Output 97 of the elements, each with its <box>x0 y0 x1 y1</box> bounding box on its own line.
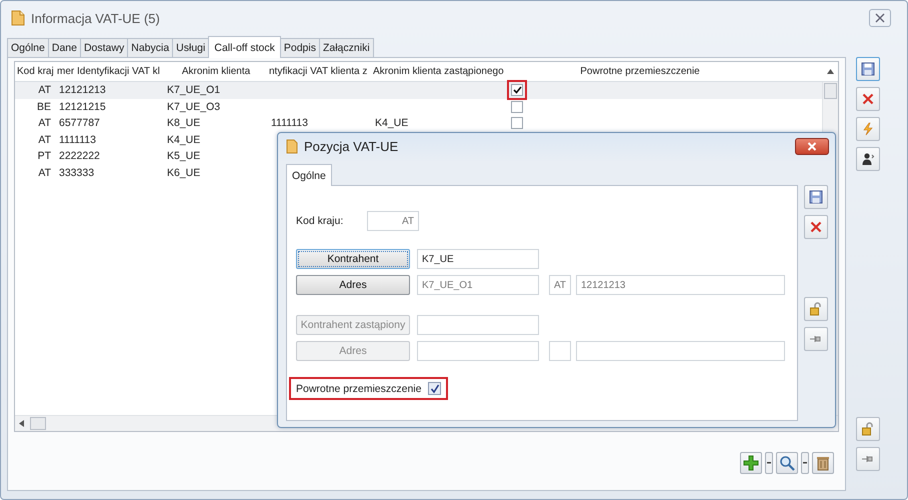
tab[interactable]: Ogólne <box>286 164 332 186</box>
close-icon <box>862 93 874 105</box>
tab[interactable]: Dane <box>48 38 81 57</box>
table-cell: K4_UE <box>375 117 408 130</box>
close-icon <box>807 142 817 150</box>
check-icon <box>512 86 522 94</box>
table-cell: 333333 <box>59 166 94 179</box>
contractor-button[interactable]: Kontrahent <box>296 249 410 269</box>
contractor-field[interactable]: K7_UE <box>417 249 539 269</box>
tab[interactable]: Usługi <box>172 38 210 57</box>
table-cell: AT <box>38 117 51 130</box>
lightning-icon <box>861 122 875 136</box>
pin-icon <box>862 454 874 464</box>
table-cell: K4_UE <box>167 134 200 146</box>
table-cell: 12121215 <box>59 100 106 113</box>
scroll-left-icon[interactable] <box>19 420 24 427</box>
plus-icon <box>743 455 759 471</box>
add-button[interactable] <box>740 452 762 474</box>
table-cell: 12121213 <box>59 84 106 96</box>
document-icon <box>286 138 298 154</box>
table-cell: 1111113 <box>59 134 96 146</box>
table-row[interactable]: BE 12121215 K7_UE_O3 <box>15 98 822 115</box>
window-title: Informacja VAT-UE (5) <box>31 10 160 26</box>
save-button[interactable] <box>856 57 880 81</box>
table-row[interactable]: AT 12121213 K7_UE_O1 <box>15 82 822 98</box>
table-cell: AT <box>38 166 51 179</box>
cancel-button[interactable] <box>856 87 880 111</box>
vat-number-field[interactable]: 12121213 <box>576 275 785 295</box>
column-header[interactable]: Kod kraj <box>15 66 55 77</box>
padlock-icon <box>861 422 875 436</box>
scroll-thumb[interactable] <box>30 417 46 430</box>
table-cell: AT <box>38 134 51 146</box>
checkbox[interactable] <box>428 382 442 395</box>
check-icon <box>430 384 440 394</box>
tab[interactable]: Nabycia <box>127 38 174 57</box>
pin-button[interactable] <box>856 447 880 471</box>
tab[interactable]: Podpis <box>280 38 320 57</box>
checkbox-label: Powrotne przemieszczenie <box>296 382 422 394</box>
table-cell: K6_UE <box>167 166 200 179</box>
table-cell: PT <box>38 150 51 162</box>
checkbox[interactable] <box>511 100 523 113</box>
table-cell: BE <box>36 100 51 113</box>
column-header[interactable]: ntyfikacji VAT klienta z <box>267 66 371 77</box>
tab[interactable]: Dostawy <box>80 38 128 57</box>
document-icon <box>11 10 25 26</box>
table-row[interactable]: AT 6577787 K8_UE 1111113 K4_UE <box>15 115 822 132</box>
replaced-contractor-field[interactable] <box>417 315 539 335</box>
save-button[interactable] <box>804 185 828 209</box>
close-icon <box>810 221 822 233</box>
search-button[interactable] <box>776 452 798 474</box>
scroll-up-icon[interactable] <box>827 69 834 74</box>
field-label: Kod kraju: <box>296 215 344 227</box>
address-field[interactable]: K7_UE_O1 <box>417 275 539 295</box>
table-cell: 2222222 <box>59 150 100 162</box>
vat-number-field[interactable] <box>576 341 785 361</box>
pin-button[interactable] <box>804 327 828 351</box>
table-cell: K7_UE_O1 <box>167 84 220 96</box>
close-button[interactable] <box>795 138 829 154</box>
dropdown-button[interactable] <box>801 452 809 474</box>
dropdown-button[interactable] <box>765 452 773 474</box>
table-cell: K7_UE_O3 <box>167 100 220 113</box>
lock-button[interactable] <box>804 297 828 321</box>
country-field[interactable] <box>549 341 571 361</box>
search-icon <box>779 455 795 471</box>
address-button[interactable]: Adres <box>296 275 410 295</box>
cancel-button[interactable] <box>804 215 828 239</box>
table-cell: K8_UE <box>167 117 200 130</box>
lightning-button[interactable] <box>856 117 880 141</box>
country-field[interactable]: AT <box>367 211 419 231</box>
table-cell: AT <box>38 84 51 96</box>
dialog-title: Pozycja VAT-UE <box>304 138 398 154</box>
table-cell: 1111113 <box>271 117 308 130</box>
close-icon <box>875 13 885 23</box>
delete-button[interactable] <box>812 452 834 474</box>
column-header[interactable]: Akronim klienta zastąpionego <box>371 66 515 77</box>
dash-icon <box>803 462 807 464</box>
user-icon <box>861 152 875 166</box>
scroll-thumb[interactable] <box>824 83 837 99</box>
close-button[interactable] <box>869 9 891 27</box>
trash-icon <box>816 455 830 471</box>
dash-icon <box>767 462 771 464</box>
tab[interactable]: Ogólne <box>7 38 49 57</box>
tab[interactable]: Call-off stock <box>208 36 281 58</box>
column-header[interactable]: Akronim klienta <box>163 66 267 77</box>
padlock-icon <box>809 302 823 316</box>
table-cell: K5_UE <box>167 150 200 162</box>
pin-icon <box>810 334 822 344</box>
table-cell: 6577787 <box>59 117 100 130</box>
country-field[interactable]: AT <box>549 275 571 295</box>
lock-button[interactable] <box>856 417 880 441</box>
column-header[interactable]: mer Identyfikacji VAT kl <box>55 66 163 77</box>
address-field[interactable] <box>417 341 539 361</box>
tab[interactable]: Załączniki <box>318 38 374 57</box>
user-button[interactable] <box>856 147 880 171</box>
checkbox[interactable] <box>511 84 523 96</box>
checkbox[interactable] <box>511 117 523 130</box>
column-header[interactable]: Powrotne przemieszczenie <box>515 66 823 77</box>
